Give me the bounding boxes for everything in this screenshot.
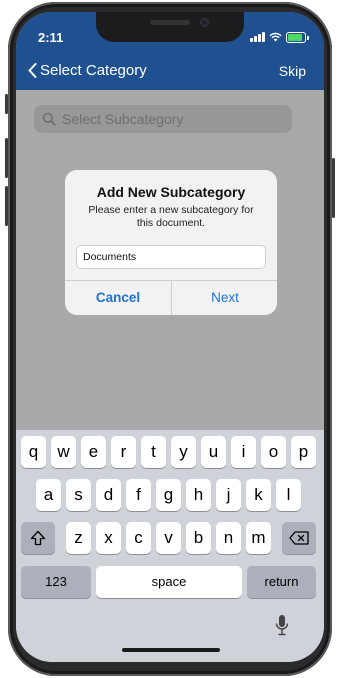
key-u[interactable]: u — [201, 436, 226, 468]
key-x[interactable]: x — [96, 522, 121, 554]
key-p[interactable]: p — [291, 436, 316, 468]
key-q[interactable]: q — [21, 436, 46, 468]
power-button — [332, 158, 335, 218]
key-f[interactable]: f — [126, 479, 151, 511]
key-i[interactable]: i — [231, 436, 256, 468]
space-key[interactable]: space — [96, 566, 242, 598]
key-j[interactable]: j — [216, 479, 241, 511]
volume-down-button — [5, 186, 8, 226]
key-m[interactable]: m — [246, 522, 271, 554]
dialog-title: Add New Subcategory — [96, 184, 246, 200]
shift-arrow-icon — [30, 530, 46, 546]
keyboard: q w e r t y u i o p a s d f g h j k l z … — [16, 430, 324, 662]
status-icons — [250, 31, 309, 43]
key-s[interactable]: s — [66, 479, 91, 511]
key-h[interactable]: h — [186, 479, 211, 511]
numbers-key[interactable]: 123 — [21, 566, 91, 598]
screen: 2:11 Select Category Skip Select Subcate… — [16, 12, 324, 662]
search-icon — [42, 112, 56, 126]
key-c[interactable]: c — [126, 522, 151, 554]
home-indicator[interactable] — [122, 648, 220, 652]
shift-key[interactable] — [21, 522, 55, 554]
key-y[interactable]: y — [171, 436, 196, 468]
key-g[interactable]: g — [156, 479, 181, 511]
key-l[interactable]: l — [276, 479, 301, 511]
notch — [96, 12, 244, 42]
key-a[interactable]: a — [36, 479, 61, 511]
key-e[interactable]: e — [81, 436, 106, 468]
cancel-button[interactable]: Cancel — [65, 280, 171, 315]
key-z[interactable]: z — [66, 522, 91, 554]
return-key[interactable]: return — [247, 566, 316, 598]
backspace-icon — [289, 531, 309, 545]
cellular-signal-icon — [250, 32, 265, 42]
subcategory-input[interactable]: Documents — [76, 245, 266, 269]
key-o[interactable]: o — [261, 436, 286, 468]
chevron-left-icon — [28, 63, 37, 78]
battery-icon — [286, 31, 309, 43]
key-r[interactable]: r — [111, 436, 136, 468]
key-d[interactable]: d — [96, 479, 121, 511]
wifi-icon — [269, 32, 282, 42]
key-k[interactable]: k — [246, 479, 271, 511]
back-button-label: Select Category — [40, 62, 147, 79]
delete-key[interactable] — [282, 522, 316, 554]
volume-up-button — [5, 138, 8, 178]
search-field[interactable]: Select Subcategory — [34, 105, 292, 133]
earpiece-speaker — [150, 20, 190, 25]
microphone-icon[interactable] — [275, 614, 289, 636]
status-time: 2:11 — [38, 30, 64, 45]
key-t[interactable]: t — [141, 436, 166, 468]
key-b[interactable]: b — [186, 522, 211, 554]
mute-switch — [5, 94, 8, 114]
front-camera — [200, 18, 209, 27]
skip-button[interactable]: Skip — [279, 63, 306, 79]
next-button[interactable]: Next — [172, 280, 278, 315]
key-n[interactable]: n — [216, 522, 241, 554]
key-v[interactable]: v — [156, 522, 181, 554]
add-subcategory-dialog: Add New Subcategory Please enter a new s… — [65, 170, 277, 315]
back-button[interactable]: Select Category — [28, 62, 147, 79]
dialog-message: Please enter a new subcategory for this … — [88, 204, 254, 229]
key-w[interactable]: w — [51, 436, 76, 468]
search-placeholder: Select Subcategory — [62, 111, 184, 127]
